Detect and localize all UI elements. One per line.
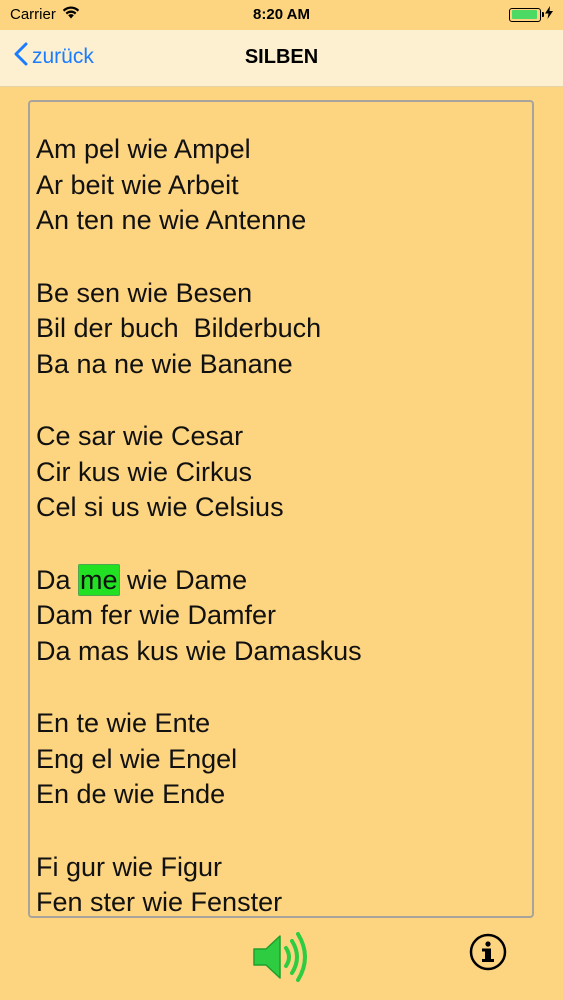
syllable-line: Ce sar wie Cesar: [36, 421, 244, 451]
status-time: 8:20 AM: [253, 6, 310, 23]
syllable-line: Ba na ne wie Banane: [36, 348, 293, 379]
play-audio-button[interactable]: [250, 928, 314, 986]
info-button[interactable]: [468, 932, 508, 972]
syllable-line: En de wie Ende: [36, 779, 226, 809]
syllable-group-e: En te wie Ente Eng el wie Engel En de wi…: [36, 706, 362, 813]
highlighted-syllable: me: [78, 563, 120, 596]
syllable-line: Cel si us wie Celsius: [36, 492, 284, 522]
status-bar: Carrier 8:20 AM: [0, 0, 563, 30]
syllable-line: Am pel wie Ampel: [36, 134, 251, 164]
syllable-line: Eng el wie Engel: [36, 743, 238, 774]
syllable-group-d: Da me wie Dame Dam fer wie Damfer Da mas…: [36, 563, 362, 670]
info-icon: [468, 933, 508, 976]
syllable-line: Dam fer wie Damfer: [36, 600, 277, 630]
syllable-line: Bil der buch Bilderbuch: [36, 313, 322, 343]
syllable-group-a: Am pel wie Ampel Ar beit wie Arbeit An t…: [36, 132, 362, 239]
syllable-line: Da mas kus wie Damaskus: [36, 635, 362, 666]
syllable-line: En te wie Ente: [36, 708, 211, 738]
syllable-line: Fi gur wie Figur: [36, 851, 223, 882]
battery-icon: [509, 7, 544, 22]
status-right: [509, 6, 553, 23]
syllable-line: Be sen wie Besen: [36, 277, 253, 308]
syllable-line: Fen ster wie Fenster: [36, 887, 283, 917]
speaker-icon: [250, 932, 314, 990]
syllable-line: An ten ne wie Antenne: [36, 205, 307, 235]
syllable-group-c: Ce sar wie Cesar Cir kus wie Cirkus Cel …: [36, 419, 362, 526]
syllable-group-f: Fi gur wie Figur Fen ster wie Fenster: [36, 850, 362, 917]
syllable-list: Am pel wie Ampel Ar beit wie Arbeit An t…: [36, 132, 362, 917]
syllable-text-panel[interactable]: Am pel wie Ampel Ar beit wie Arbeit An t…: [28, 100, 534, 918]
syllable-line: Da me wie Dame: [36, 563, 248, 596]
syllable-group-b: Be sen wie Besen Bil der buch Bilderbuch…: [36, 276, 362, 383]
syllable-line: Cir kus wie Cirkus: [36, 456, 253, 487]
navigation-bar: zurück SILBEN: [0, 30, 563, 87]
syllable-line: Ar beit wie Arbeit: [36, 169, 239, 200]
charging-icon: [545, 6, 553, 23]
page-title: SILBEN: [244, 46, 319, 68]
